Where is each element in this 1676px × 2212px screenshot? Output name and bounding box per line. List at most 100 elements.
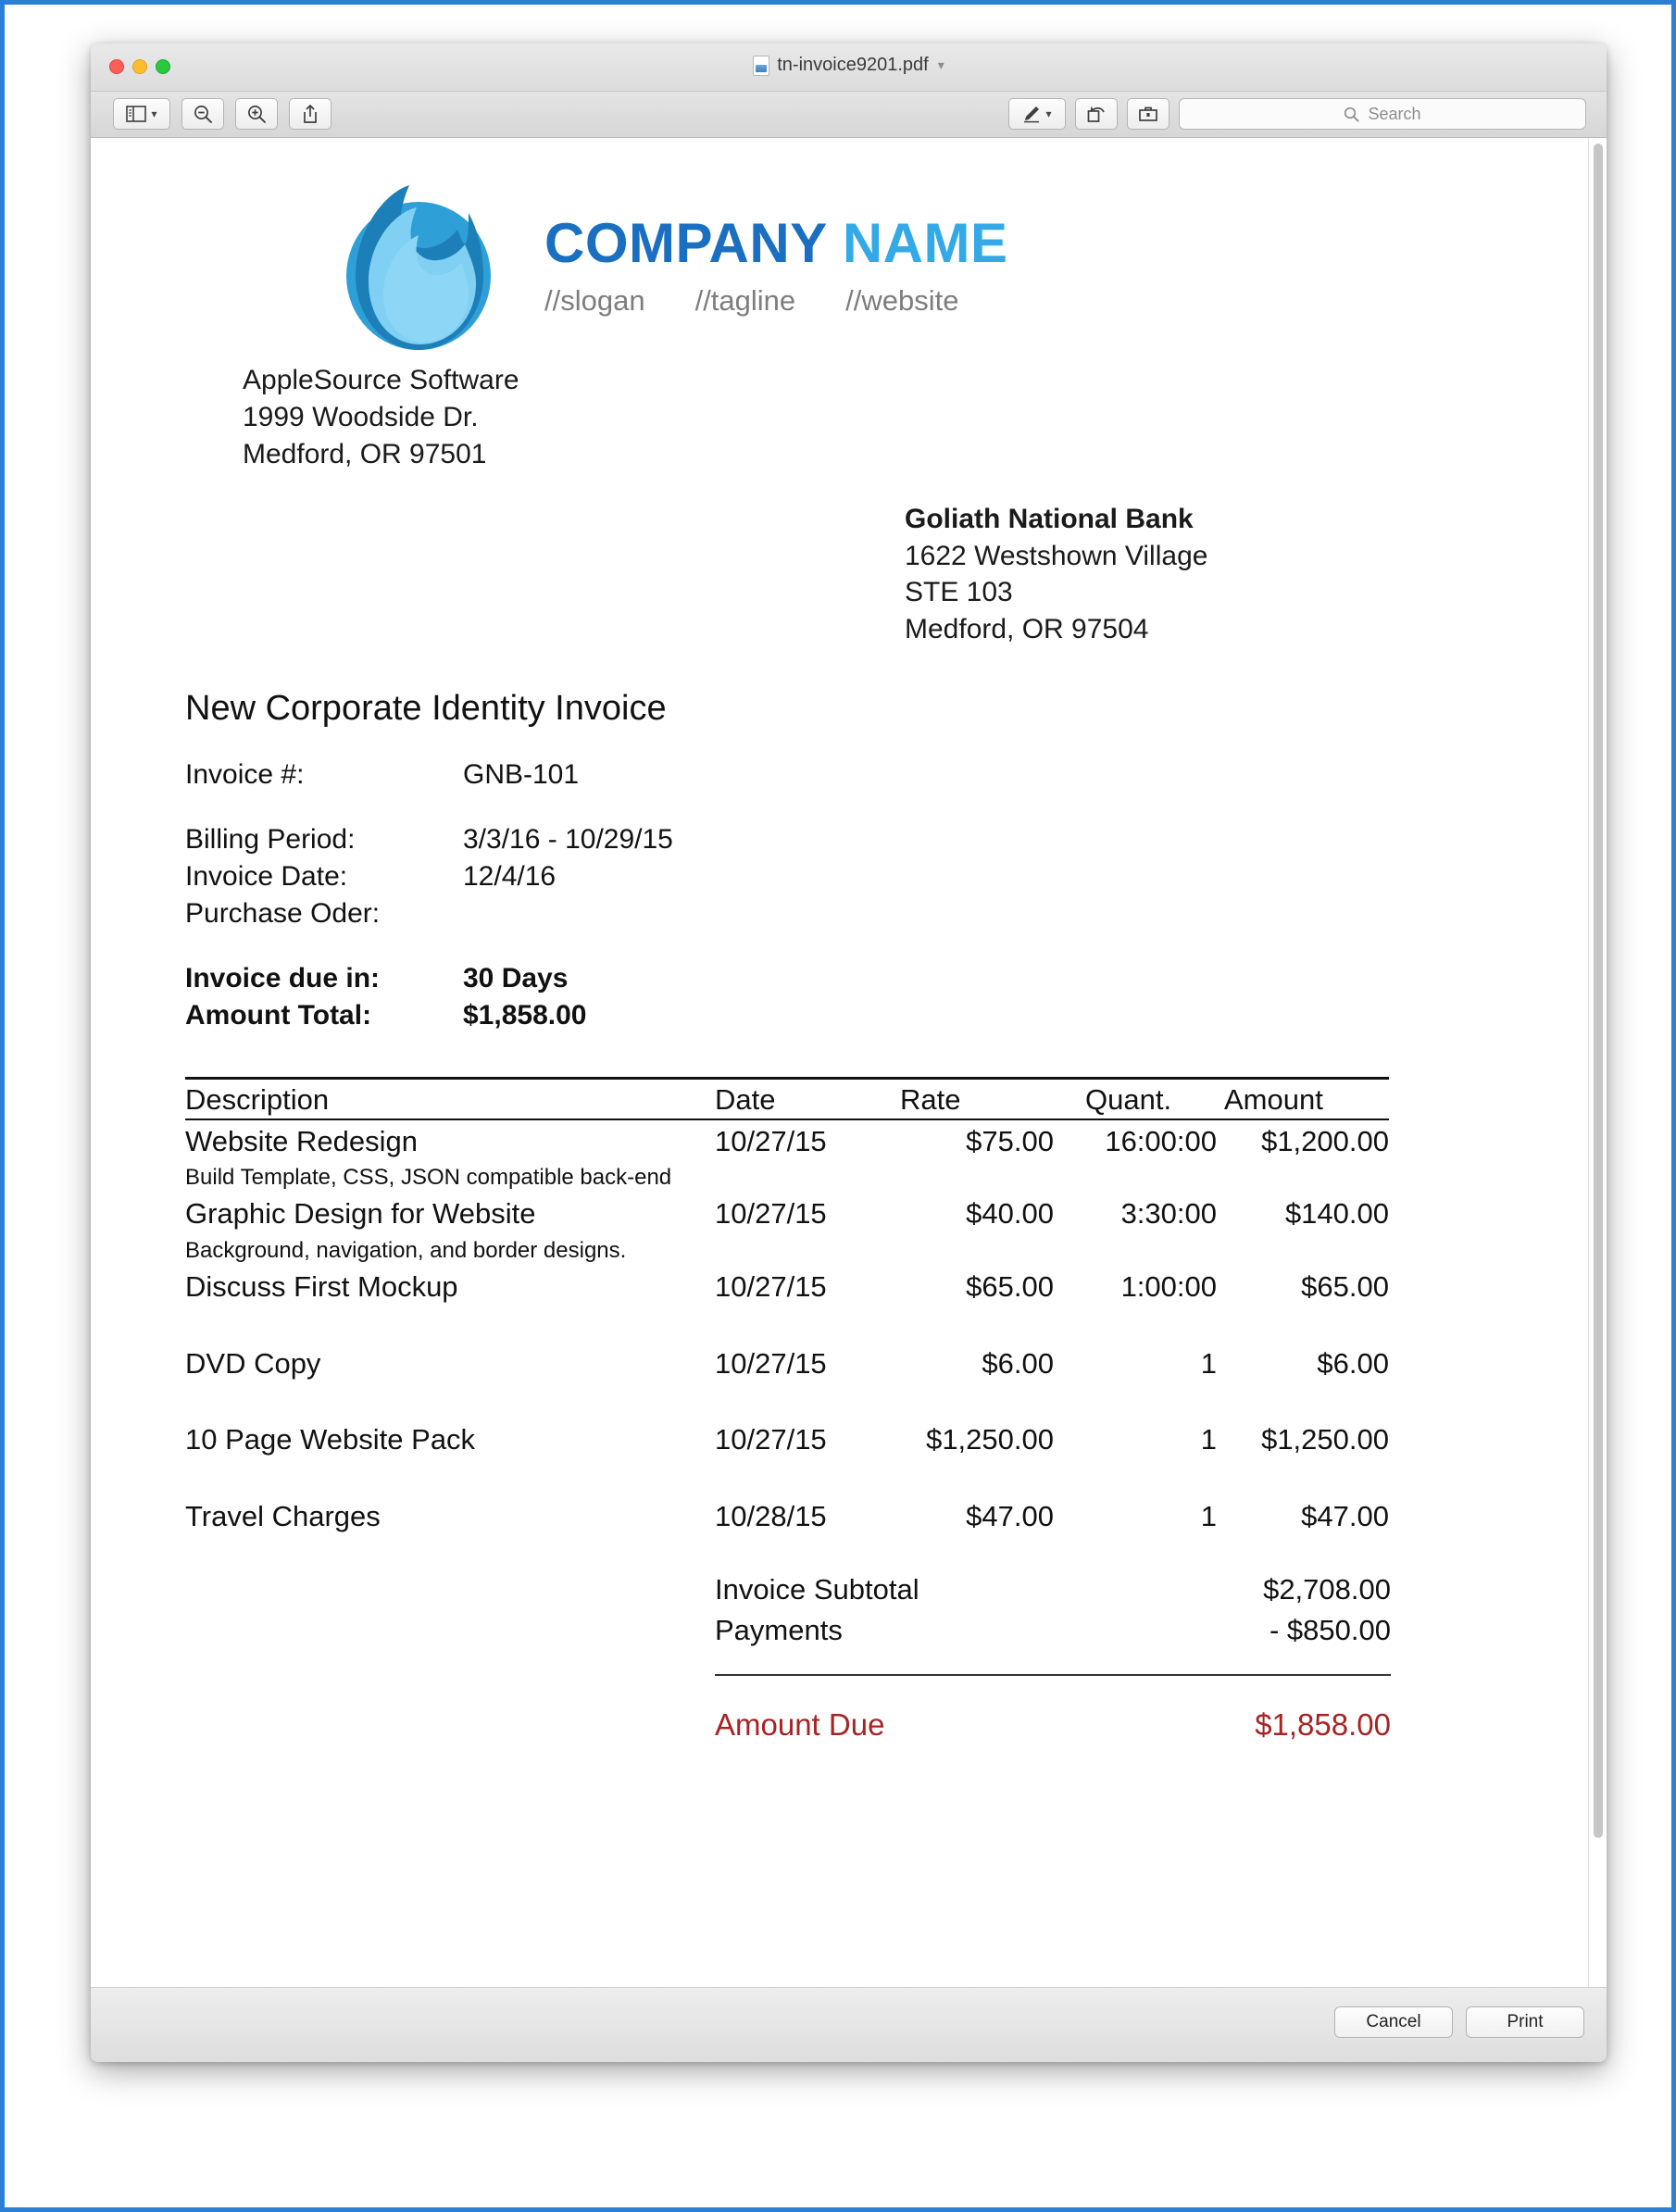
cell-description: Website Redesign [185, 1124, 419, 1157]
share-button[interactable] [289, 98, 331, 130]
column-header-description: Description [185, 1082, 330, 1116]
cell-rate: $1,250.00 [926, 1423, 1054, 1456]
cell-date: 10/27/15 [715, 1423, 827, 1456]
window-title: tn-invoice9201.pdf [777, 55, 929, 75]
company-logo-text: COMPANY NAME //slogan //tagline //websit… [544, 210, 1008, 318]
cell-quantity: 1 [1200, 1499, 1217, 1532]
field-invoice-number-value: GNB-101 [463, 759, 580, 791]
cell-rate: $6.00 [982, 1346, 1054, 1380]
sidebar-toggle-button[interactable]: ▾ [113, 98, 170, 130]
markup-chevron-down-icon[interactable]: ▾ [1045, 108, 1051, 119]
amount-due-row: Amount Due $1,858.00 [715, 1707, 1391, 1743]
search-input[interactable]: Search [1179, 98, 1586, 130]
cell-rate: $47.00 [966, 1499, 1054, 1532]
field-invoice-date-label: Invoice Date: [185, 861, 348, 893]
rotate-button[interactable] [1075, 98, 1118, 130]
cell-amount: $140.00 [1284, 1197, 1389, 1231]
markup-button[interactable]: ▾ [1008, 98, 1066, 130]
table-row: Discuss First Mockup 10/27/15 $65.00 1:0… [185, 1266, 1389, 1309]
document-scroll-area[interactable]: COMPANY NAME //slogan //tagline //websit… [91, 138, 1607, 1988]
zoom-out-button[interactable] [181, 98, 224, 130]
cell-amount: $1,250.00 [1261, 1423, 1389, 1456]
cell-description: Travel Charges [185, 1499, 381, 1532]
rotate-left-icon [1087, 106, 1105, 122]
logo-website: //website [845, 284, 959, 317]
cell-date: 10/27/15 [715, 1270, 827, 1304]
invoice-title: New Corporate Identity Invoice [185, 689, 667, 729]
cell-description: Discuss First Mockup [185, 1270, 458, 1304]
table-row: 10 Page Website Pack 10/27/15 $1,250.00 … [185, 1418, 1389, 1462]
search-placeholder: Search [1368, 104, 1421, 123]
cancel-button[interactable]: Cancel [1334, 2006, 1453, 2038]
zoom-out-icon [194, 106, 212, 123]
cell-description: DVD Copy [185, 1346, 321, 1380]
bottom-bar-buttons: Cancel Print [1334, 2006, 1584, 2038]
invoice-document: COMPANY NAME //slogan //tagline //websit… [170, 171, 1493, 1743]
cell-rate: $65.00 [966, 1270, 1054, 1304]
cell-quantity: 1 [1200, 1423, 1217, 1456]
field-amount-total-value: $1,858.00 [463, 999, 587, 1031]
company-logo-block: COMPANY NAME //slogan //tagline //websit… [170, 171, 1493, 356]
field-amount-total: Amount Total: $1,858.00 [185, 997, 1493, 1034]
row-note: Build Template, CSS, JSON compatible bac… [185, 1165, 672, 1191]
recipient-suite: STE 103 [905, 577, 1013, 608]
company-logo-icon [346, 185, 491, 350]
vertical-scrollbar[interactable] [1588, 138, 1607, 1987]
field-invoice-due-in-value: 30 Days [463, 962, 569, 994]
field-invoice-number-label: Invoice #: [185, 759, 305, 791]
totals-subtotal-label: Invoice Subtotal [715, 1573, 919, 1606]
table-row: Travel Charges 10/28/15 $47.00 1 $47.00 [185, 1495, 1389, 1539]
toolbar-right-group: ▾ Search [1008, 98, 1586, 130]
share-icon [304, 105, 317, 123]
table-row: DVD Copy 10/27/15 $6.00 1 $6.00 [185, 1343, 1389, 1386]
window-title-group: tn-invoice9201.pdf ▾ [91, 55, 1607, 76]
totals-subtotal-row: Invoice Subtotal $2,708.00 [715, 1569, 1391, 1609]
cell-quantity: 1 [1200, 1346, 1217, 1380]
recipient-company: Goliath National Bank [905, 503, 1194, 534]
sender-company: AppleSource Software [243, 365, 519, 395]
field-invoice-due-in: Invoice due in: 30 Days [185, 960, 1493, 997]
company-logo-name: COMPANY NAME [544, 216, 1008, 271]
cell-rate: $75.00 [966, 1124, 1054, 1157]
totals-payments-row: Payments - $850.00 [715, 1610, 1391, 1650]
table-row: Website Redesign 10/27/15 $75.00 16:00:0… [185, 1120, 1389, 1164]
amount-due-value: $1,858.00 [1255, 1707, 1391, 1743]
invoice-fields-block: Invoice #: GNB-101 Billing Period: 3/3/1… [185, 756, 1493, 1033]
screen-frame: tn-invoice9201.pdf ▾ ▾ ▾ Search COMPANY … [0, 0, 1676, 2212]
cell-quantity: 1:00:00 [1120, 1270, 1217, 1304]
window-titlebar[interactable]: tn-invoice9201.pdf ▾ [91, 44, 1607, 92]
cell-date: 10/27/15 [715, 1197, 827, 1231]
field-invoice-number: Invoice #: GNB-101 [185, 756, 1493, 794]
cell-date: 10/27/15 [715, 1346, 827, 1380]
column-header-rate: Rate [900, 1082, 961, 1116]
column-header-amount: Amount [1224, 1082, 1323, 1116]
row-note: Background, navigation, and border desig… [185, 1237, 627, 1263]
cell-date: 10/27/15 [715, 1124, 827, 1157]
pdf-document-icon [753, 55, 770, 76]
sidebar-chevron-down-icon[interactable]: ▾ [151, 108, 156, 119]
zoom-in-button[interactable] [235, 98, 278, 130]
markup-toolbar-button[interactable] [1127, 98, 1169, 130]
scrollbar-thumb[interactable] [1594, 144, 1603, 1838]
zoom-in-icon [248, 106, 266, 123]
cell-amount: $65.00 [1301, 1270, 1389, 1304]
recipient-street: 1622 Westshown Village [905, 540, 1208, 571]
recipient-address-block: Goliath National Bank 1622 Westshown Vil… [905, 501, 1493, 649]
window-bottom-bar: Cancel Print [91, 1988, 1607, 2062]
print-button[interactable]: Print [1466, 2006, 1584, 2038]
title-chevron-down-icon[interactable]: ▾ [938, 57, 944, 73]
field-spacer-2 [185, 932, 1493, 960]
totals-payments-label: Payments [715, 1613, 843, 1646]
logo-company-word: COMPANY [544, 212, 827, 274]
window-toolbar: ▾ ▾ Search [91, 92, 1607, 138]
totals-divider [715, 1674, 1391, 1677]
toolbox-icon [1139, 106, 1157, 121]
recipient-city-state-zip: Medford, OR 97504 [905, 614, 1149, 645]
column-header-quantity: Quant. [1085, 1082, 1172, 1116]
totals-subtotal-value: $2,708.00 [1263, 1573, 1391, 1606]
cell-quantity: 16:00:00 [1105, 1124, 1217, 1157]
sender-city-state-zip: Medford, OR 97501 [243, 438, 487, 469]
table-row: Graphic Design for Website 10/27/15 $40.… [185, 1193, 1389, 1236]
amount-due-label: Amount Due [715, 1707, 885, 1743]
field-billing-period-label: Billing Period: [185, 824, 356, 856]
